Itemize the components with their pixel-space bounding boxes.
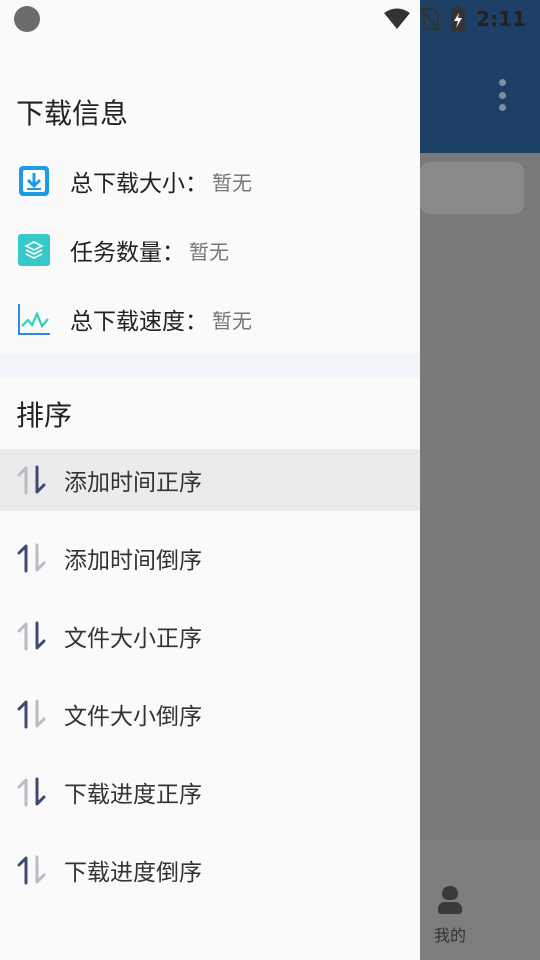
navigation-drawer: 下载信息 总下载大小： 暂无 任务数量： 暂无 总下载速度： 暂无 排序 添加时… xyxy=(0,0,420,960)
info-label: 总下载大小： xyxy=(70,171,208,197)
sort-progress-asc[interactable]: 下载进度正序 xyxy=(0,761,420,823)
battery-charging-icon xyxy=(451,6,466,31)
more-options-icon[interactable] xyxy=(490,79,514,111)
sort-file-size-asc[interactable]: 文件大小正序 xyxy=(0,605,420,667)
section-divider xyxy=(0,353,420,378)
status-right: 2:11 xyxy=(384,6,526,32)
status-bar: 2:11 xyxy=(0,0,540,36)
chart-line-icon xyxy=(16,301,52,337)
sort-desc-icon xyxy=(17,855,46,885)
wifi-icon xyxy=(384,8,411,29)
download-info-title: 下载信息 xyxy=(16,97,129,130)
sort-label: 添加时间倒序 xyxy=(64,548,202,574)
info-label: 总下载速度： xyxy=(70,309,208,335)
sort-title: 排序 xyxy=(16,399,73,432)
sort-label: 下载进度正序 xyxy=(64,782,202,808)
sort-desc-icon xyxy=(17,543,46,573)
no-sim-icon xyxy=(420,7,441,31)
bottom-nav-mine-label: 我的 xyxy=(433,926,466,945)
info-value: 暂无 xyxy=(212,170,252,195)
sort-asc-icon xyxy=(17,777,46,807)
notification-dot-icon xyxy=(14,6,40,32)
sort-add-time-asc[interactable]: 添加时间正序 xyxy=(0,449,420,511)
info-total-download-speed: 总下载速度： 暂无 xyxy=(16,299,406,339)
info-total-download-size: 总下载大小： 暂无 xyxy=(16,161,406,201)
search-bar[interactable] xyxy=(420,162,524,214)
sort-progress-desc[interactable]: 下载进度倒序 xyxy=(0,839,420,901)
sort-add-time-desc[interactable]: 添加时间倒序 xyxy=(0,527,420,589)
download-box-icon xyxy=(16,163,52,199)
info-value: 暂无 xyxy=(189,239,229,264)
bottom-nav-mine[interactable]: 我的 xyxy=(426,884,474,946)
sort-desc-icon xyxy=(17,699,46,729)
status-time: 2:11 xyxy=(476,7,526,31)
layers-icon xyxy=(16,232,52,268)
sort-label: 文件大小倒序 xyxy=(64,704,202,730)
sort-asc-icon xyxy=(17,465,46,495)
sort-asc-icon xyxy=(17,621,46,651)
person-icon xyxy=(437,884,463,916)
info-label: 任务数量： xyxy=(70,240,185,266)
sort-label: 添加时间正序 xyxy=(64,470,202,496)
sort-label: 文件大小正序 xyxy=(64,626,202,652)
info-task-count: 任务数量： 暂无 xyxy=(16,230,406,270)
sort-label: 下载进度倒序 xyxy=(64,860,202,886)
sort-file-size-desc[interactable]: 文件大小倒序 xyxy=(0,683,420,745)
info-value: 暂无 xyxy=(212,308,252,333)
